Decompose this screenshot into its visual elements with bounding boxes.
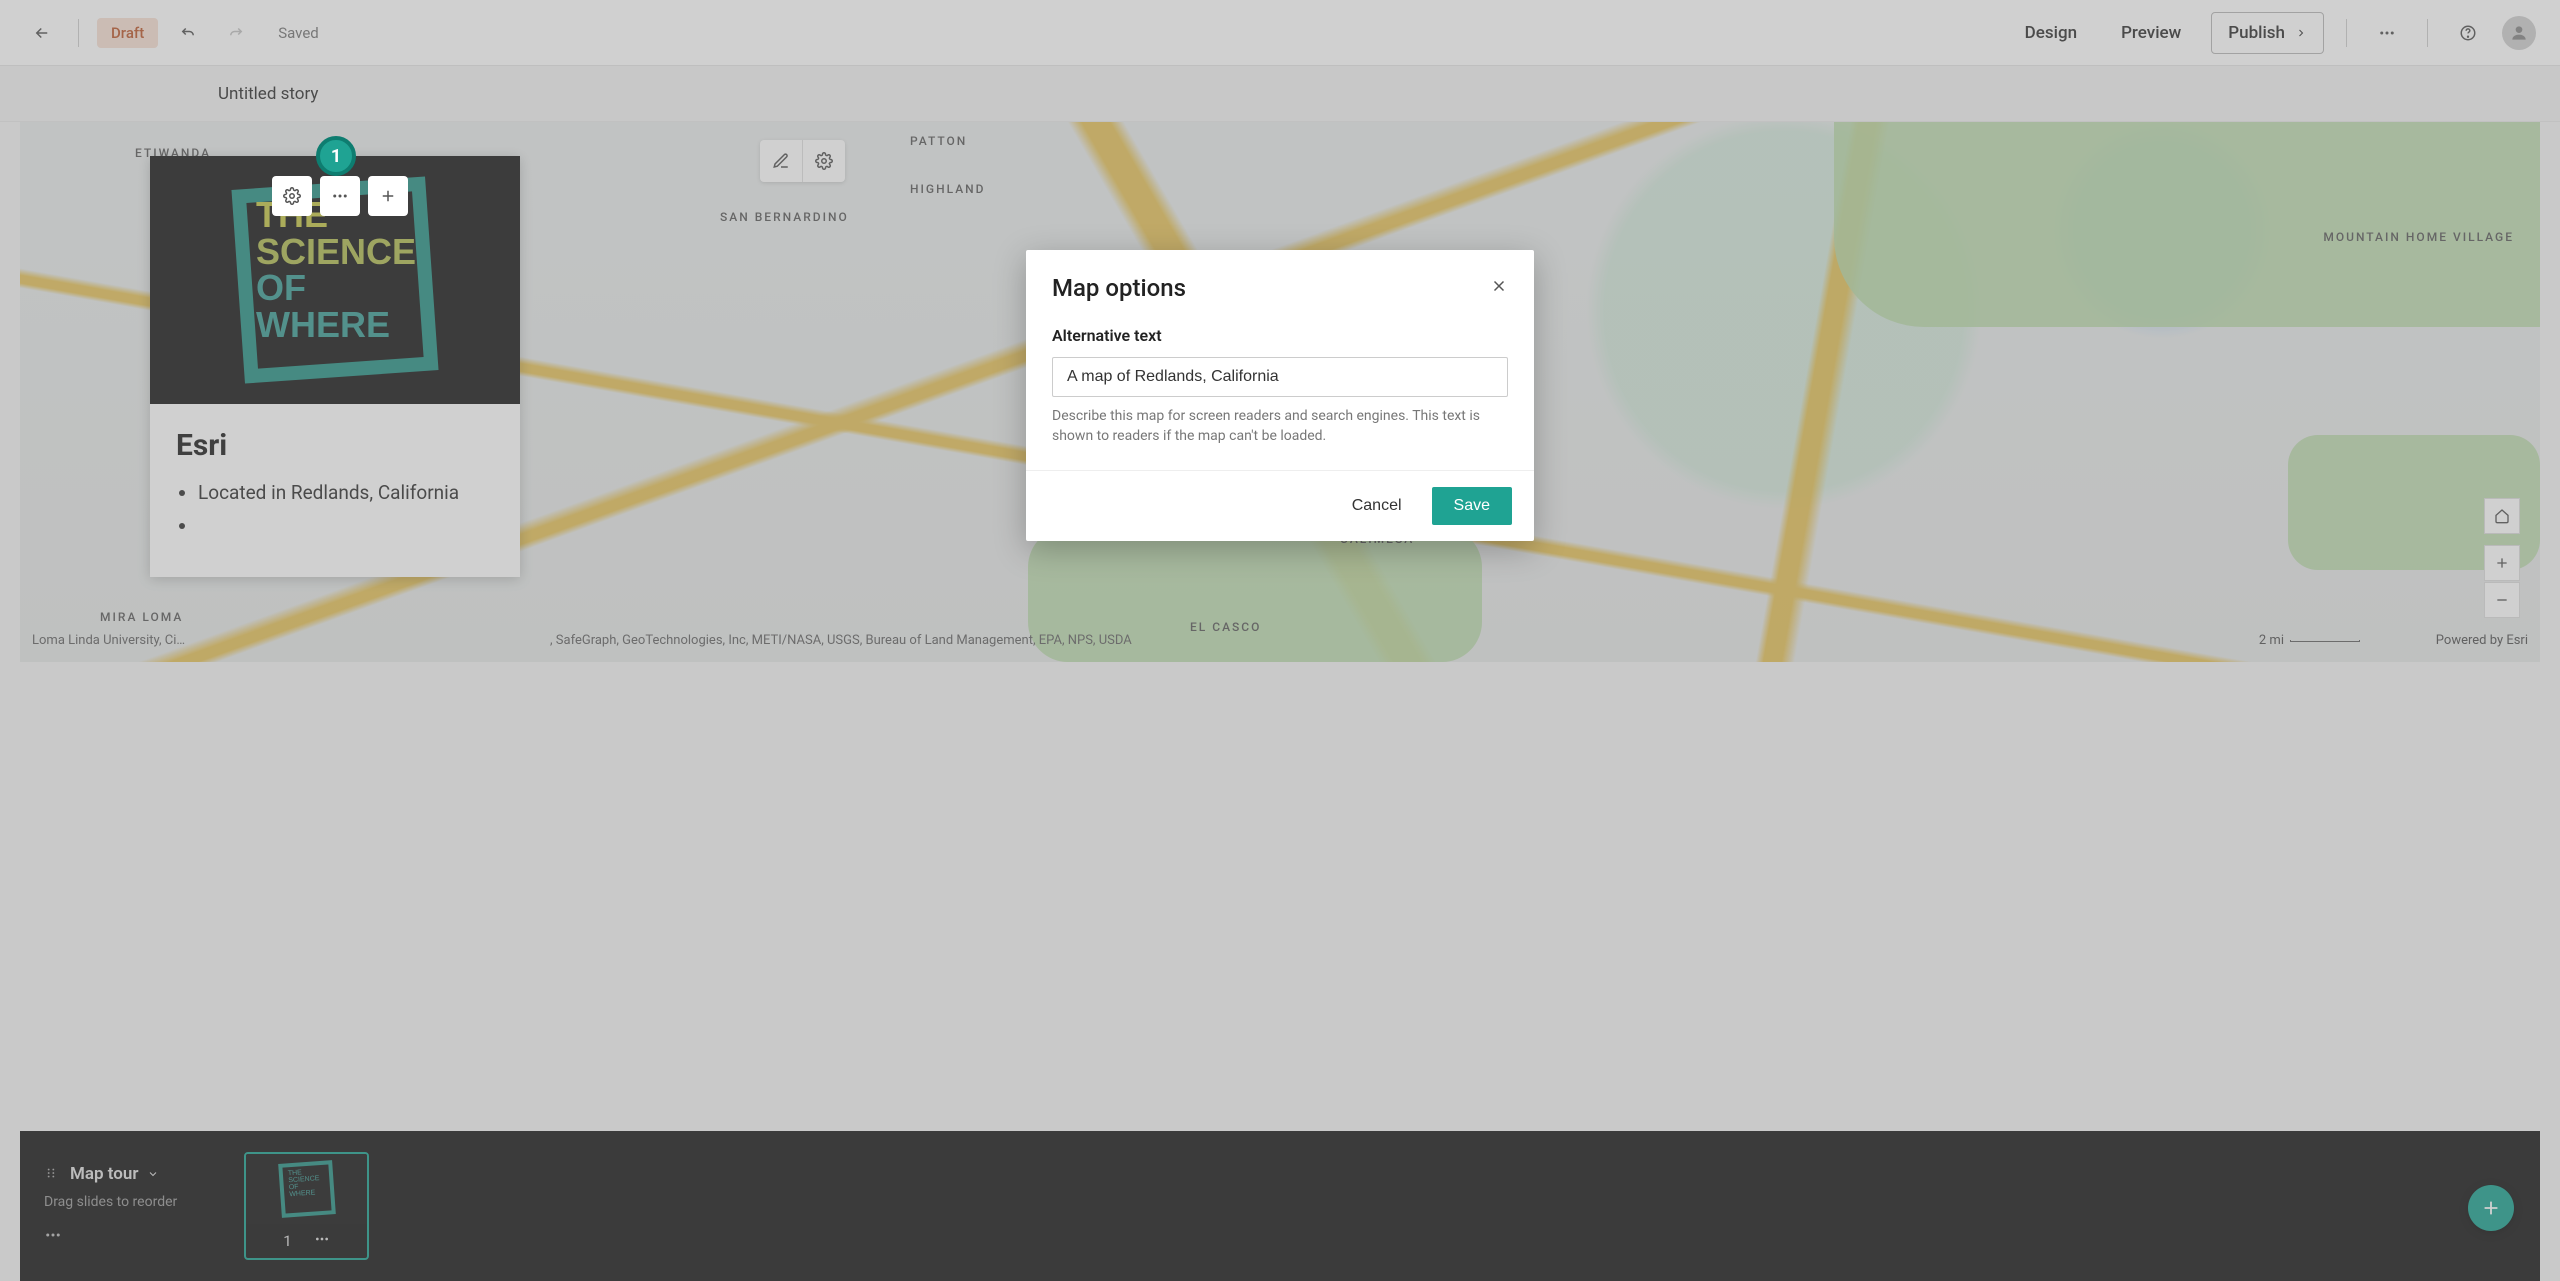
save-button[interactable]: Save <box>1432 487 1512 525</box>
alt-text-input[interactable] <box>1052 357 1508 397</box>
cancel-button[interactable]: Cancel <box>1338 487 1416 525</box>
map-options-dialog: Map options Alternative text Describe th… <box>1026 250 1534 541</box>
slide-image-more-button[interactable] <box>320 176 360 216</box>
dialog-title: Map options <box>1052 274 1186 302</box>
close-button[interactable] <box>1490 277 1508 299</box>
slide-image-toolbar <box>272 176 408 216</box>
slide-image-add-button[interactable] <box>368 176 408 216</box>
slide-number-badge: 1 <box>316 136 356 176</box>
alt-text-label: Alternative text <box>1052 326 1508 345</box>
slide-image-settings-button[interactable] <box>272 176 312 216</box>
alt-text-helper: Describe this map for screen readers and… <box>1052 407 1508 446</box>
close-icon <box>1490 277 1508 295</box>
